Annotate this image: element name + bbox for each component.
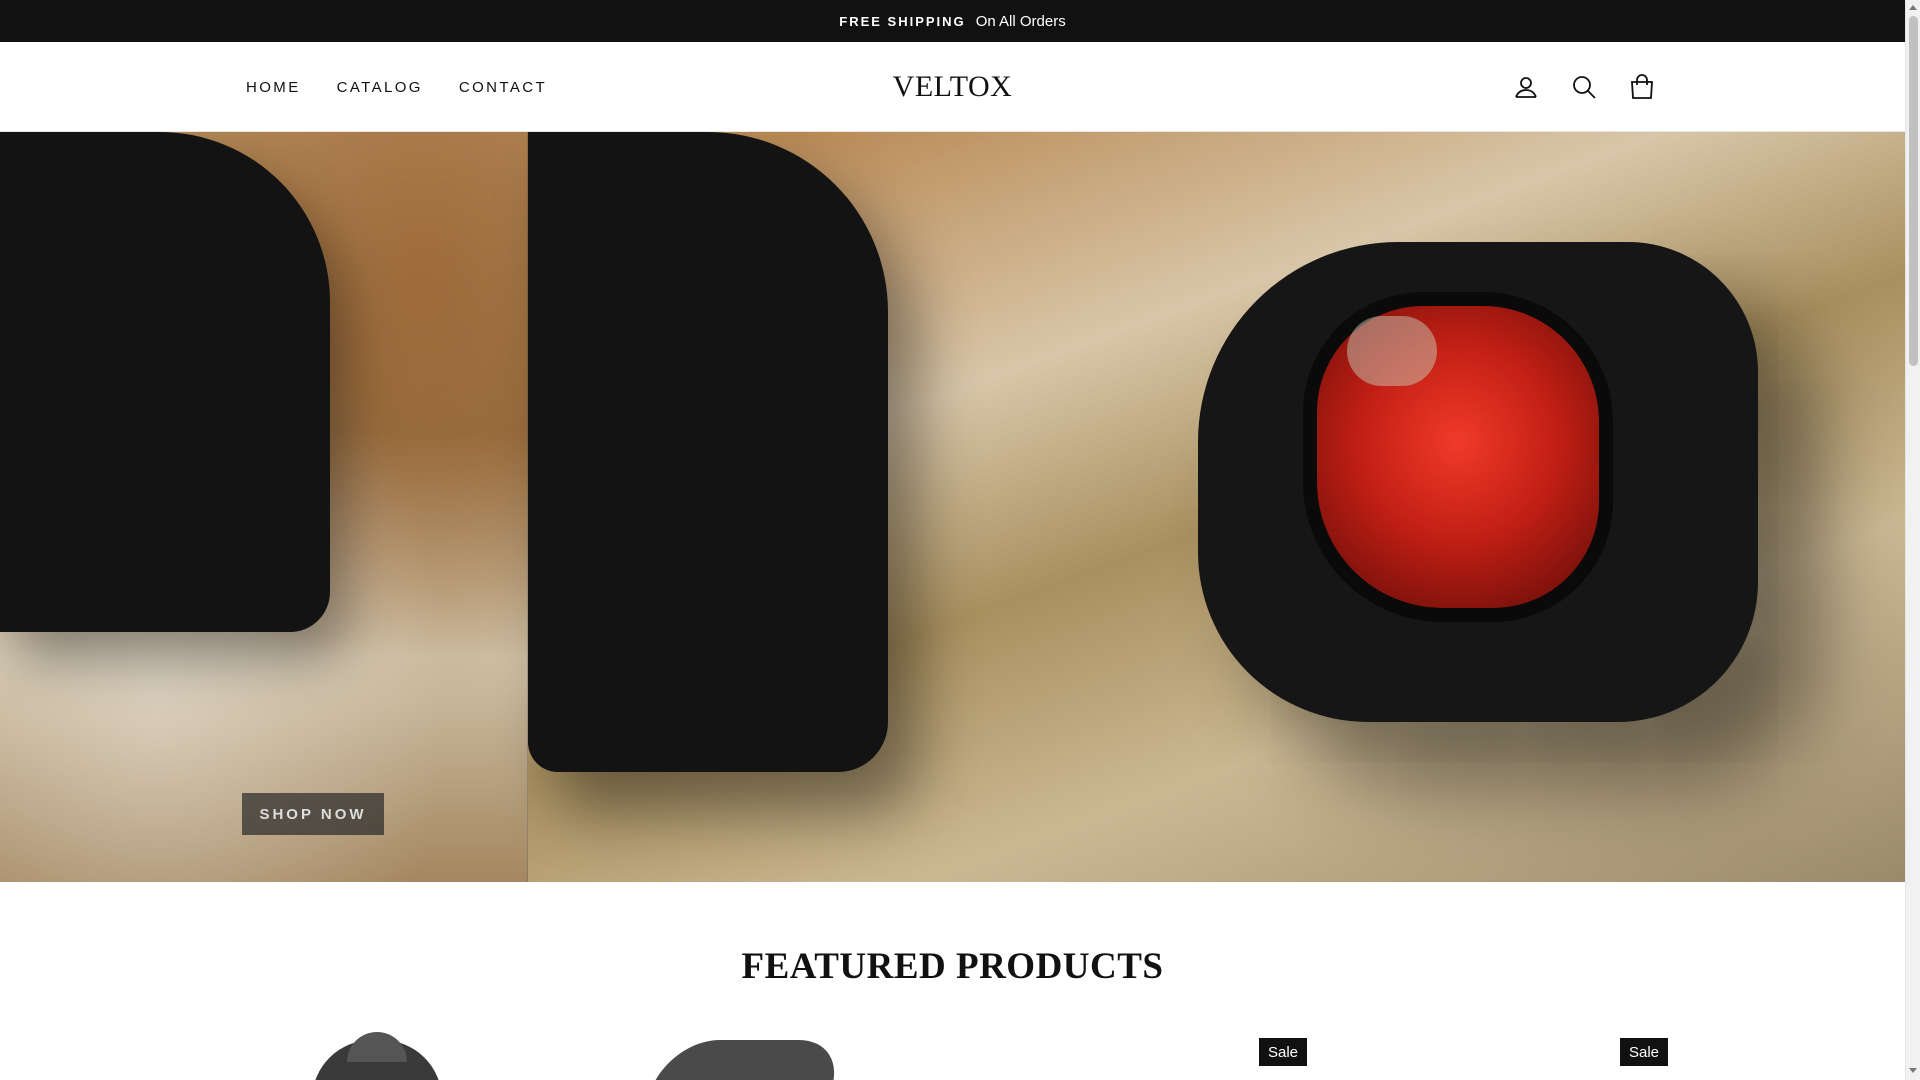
sight-lens bbox=[1303, 292, 1613, 622]
nav-contact[interactable]: CONTACT bbox=[445, 71, 569, 104]
product-grid: Sale Sale bbox=[0, 1030, 1905, 1080]
announcement-bar: FREE SHIPPING On All Orders bbox=[0, 0, 1905, 42]
hero-product-shape-left bbox=[0, 132, 330, 632]
page-scrollbar[interactable] bbox=[1905, 0, 1920, 1080]
search-icon[interactable] bbox=[1570, 73, 1598, 101]
shop-now-button[interactable]: SHOP NOW bbox=[242, 793, 384, 835]
announcement-strong: FREE SHIPPING bbox=[839, 13, 966, 29]
site-header: HOME CATALOG CONTACT VELTOX bbox=[0, 42, 1905, 132]
hero-banner[interactable] bbox=[0, 132, 1905, 882]
sale-badge: Sale bbox=[1620, 1038, 1669, 1066]
announcement-text: On All Orders bbox=[975, 12, 1066, 30]
cart-icon[interactable] bbox=[1628, 73, 1656, 101]
product-image-1[interactable] bbox=[312, 1032, 442, 1080]
scroll-thumb[interactable] bbox=[1909, 16, 1918, 366]
nav-catalog[interactable]: CATALOG bbox=[323, 71, 445, 104]
product-image-2[interactable] bbox=[650, 1040, 850, 1080]
sale-badge: Sale bbox=[1259, 1038, 1308, 1066]
hero-product-shape-mid bbox=[528, 132, 888, 772]
main-nav: HOME CATALOG CONTACT bbox=[232, 42, 569, 132]
red-dot-sight-image bbox=[1198, 242, 1758, 722]
scroll-down-arrow[interactable] bbox=[1909, 1068, 1917, 1073]
featured-products-title: FEATURED PRODUCTS bbox=[741, 946, 1164, 987]
scroll-up-arrow[interactable] bbox=[1909, 5, 1917, 10]
nav-home[interactable]: HOME bbox=[232, 71, 323, 104]
header-icons bbox=[1512, 42, 1656, 132]
site-logo[interactable]: VELTOX bbox=[893, 70, 1013, 104]
user-icon[interactable] bbox=[1512, 73, 1540, 101]
